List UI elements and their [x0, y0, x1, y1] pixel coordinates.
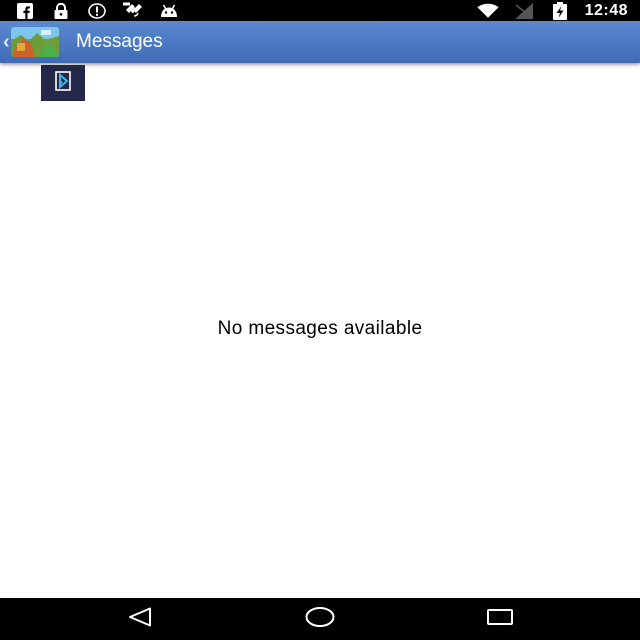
- navigation-bar: [0, 598, 640, 640]
- back-triangle-icon: [127, 607, 153, 632]
- nav-recents-button[interactable]: [470, 598, 530, 640]
- circle-info-icon: [86, 2, 108, 19]
- empty-state-message: No messages available: [217, 318, 423, 339]
- back-chevron-icon: ‹: [3, 31, 10, 53]
- up-button[interactable]: ‹: [3, 21, 69, 63]
- wifi-icon: [477, 2, 499, 19]
- status-bar: 12:48: [0, 0, 640, 21]
- nav-back-button[interactable]: [110, 598, 170, 640]
- status-clock: 12:48: [584, 1, 628, 19]
- nav-home-button[interactable]: [290, 598, 350, 640]
- status-bar-system: 12:48: [477, 0, 628, 21]
- status-bar-notifications: [14, 0, 180, 21]
- facebook-icon: [14, 2, 36, 19]
- page-title: Messages: [76, 31, 163, 52]
- home-circle-icon: [304, 606, 336, 633]
- lock-icon: [50, 2, 72, 19]
- battery-charging-icon: [549, 1, 571, 20]
- ad-choices-icon: [54, 70, 72, 97]
- ad-choices-badge[interactable]: [41, 65, 85, 101]
- satellite-icon: [122, 2, 144, 19]
- app-logo-icon: [10, 27, 59, 57]
- recents-square-icon: [486, 608, 514, 631]
- screen: 12:48 ‹ Messages No messages available: [0, 0, 640, 640]
- android-icon: [158, 2, 180, 19]
- action-bar: ‹ Messages: [0, 21, 640, 63]
- signal-icon: [513, 2, 535, 19]
